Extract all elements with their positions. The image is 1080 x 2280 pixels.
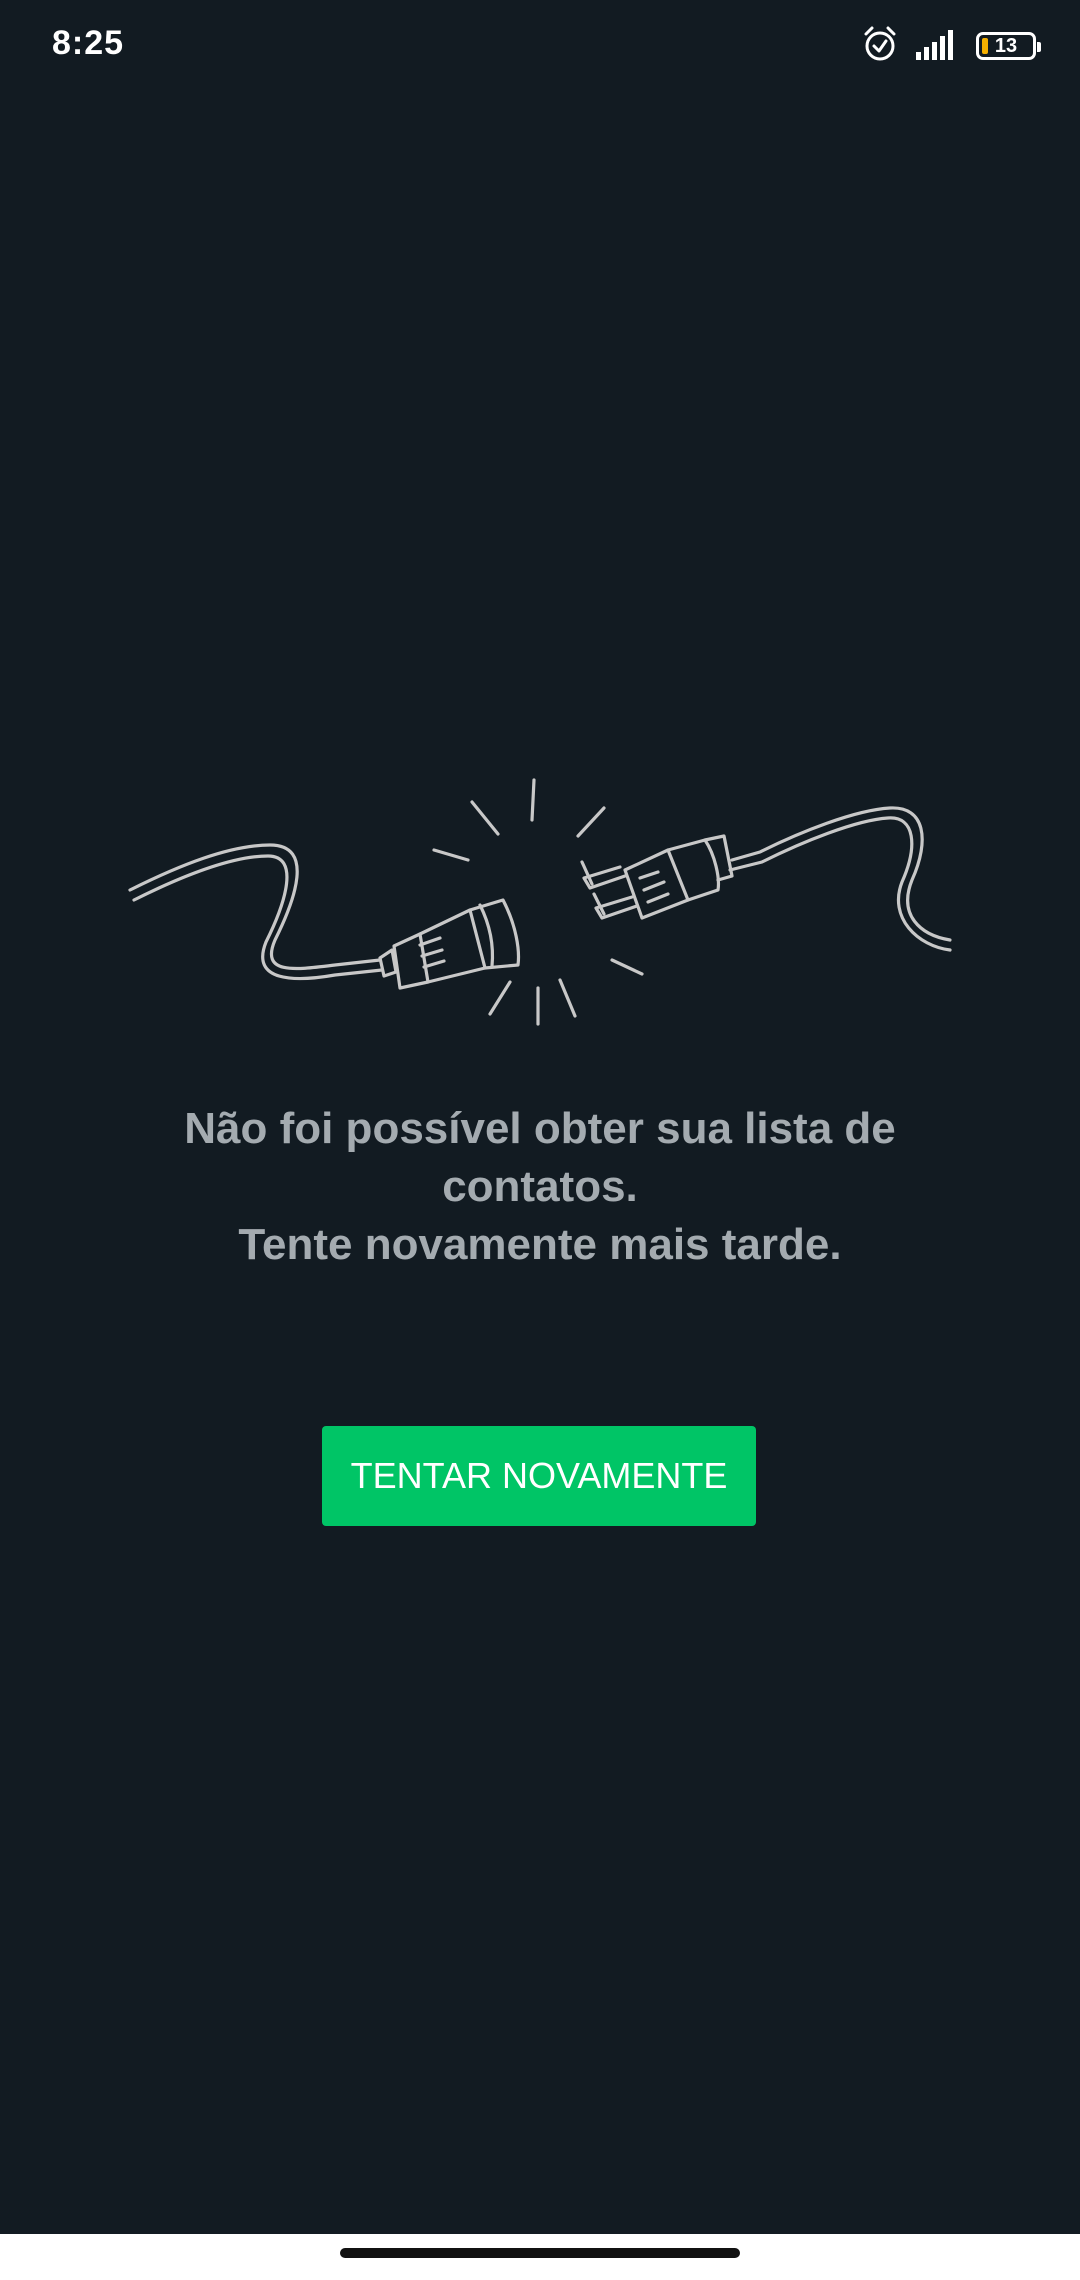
error-message: Não foi possível obter sua lista de cont…	[90, 1100, 990, 1274]
battery-icon: 13	[976, 32, 1041, 60]
battery-tip	[1037, 42, 1041, 52]
error-message-line-3: Tente novamente mais tarde.	[238, 1220, 842, 1269]
retry-button[interactable]: TENTAR NOVAMENTE	[322, 1426, 756, 1526]
error-message-line-2: contatos.	[442, 1162, 638, 1211]
status-icons: 13	[862, 24, 1041, 68]
signal-icon	[916, 28, 958, 65]
status-time: 8:25	[52, 24, 125, 62]
status-bar: 8:25 13	[0, 0, 1080, 92]
alarm-icon	[862, 25, 898, 68]
battery-level-fill	[982, 38, 988, 54]
home-gesture-handle[interactable]	[340, 2248, 740, 2258]
unplugged-cable-icon	[120, 760, 980, 1060]
navigation-bar	[0, 2234, 1080, 2280]
error-message-line-1: Não foi possível obter sua lista de	[184, 1104, 896, 1153]
